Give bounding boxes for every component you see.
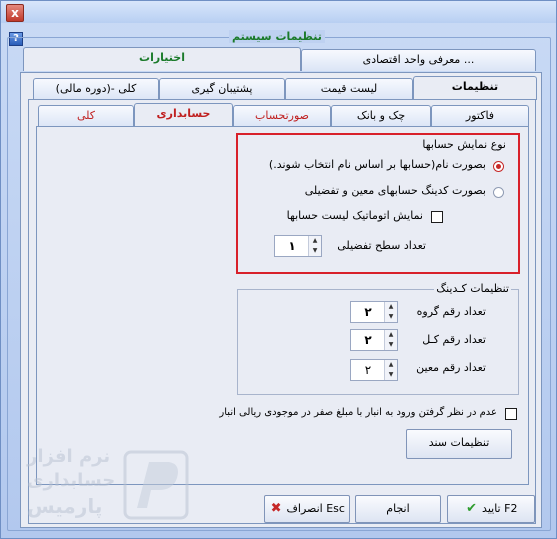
tab-settings[interactable]: تنظیمات — [413, 76, 537, 100]
watermark-line1: نرم افزار — [27, 446, 111, 467]
subsidiary-digits-spin: ▲ ▼ — [384, 360, 397, 380]
watermark-line3: پارمیس — [27, 494, 103, 518]
display-by-code-radio[interactable] — [493, 187, 504, 198]
auto-list-label: نمایش اتوماتیک لیست حسابها — [286, 209, 423, 222]
spin-down-icon[interactable]: ▼ — [309, 246, 321, 256]
display-by-code-label: بصورت کدینگ حسابهای معین و تفضیلی — [304, 184, 486, 197]
detail-levels-value[interactable]: ۱ — [275, 236, 309, 256]
tab-invoice[interactable]: فاکتور — [431, 105, 529, 127]
apply-button[interactable]: انجام — [355, 495, 441, 523]
detail-levels-spin: ▲ ▼ — [308, 236, 321, 256]
close-icon[interactable]: x — [6, 4, 24, 22]
tab-statement[interactable]: صورتحساب — [233, 105, 331, 127]
settings-window: x ? تنظیمات سیستم معرفی واحد اقتصادی ...… — [0, 0, 557, 539]
x-icon: ✖ — [270, 501, 282, 516]
total-digits-spin: ▲ ▼ — [384, 330, 397, 350]
tab-cheque-bank[interactable]: چک و بانک — [331, 105, 431, 127]
cancel-label: انصراف Esc — [286, 502, 345, 515]
subsidiary-digits-label: تعداد رقم معین — [416, 361, 486, 374]
check-icon: ✔ — [466, 501, 477, 516]
group-digits-spin: ▲ ▼ — [384, 302, 397, 322]
tab-backup[interactable]: پشتیبان گیری — [159, 78, 285, 100]
parmis-logo: نرم افزار حسابداری پارمیس — [23, 446, 193, 526]
spin-up-icon[interactable]: ▲ — [385, 302, 397, 312]
tab-price-list[interactable]: لیست قیمت — [285, 78, 413, 100]
detail-levels-label: تعداد سطح تفضیلی — [337, 239, 426, 252]
spin-down-icon[interactable]: ▼ — [385, 370, 397, 380]
tab-company-info[interactable]: معرفی واحد اقتصادی ... — [301, 49, 536, 71]
spin-up-icon[interactable]: ▲ — [385, 360, 397, 370]
tab-accounting[interactable]: حسابداری — [134, 103, 233, 127]
spin-up-icon[interactable]: ▲ — [309, 236, 321, 246]
total-digits-label: تعداد رقم کـل — [422, 333, 486, 346]
title-bar — [1, 1, 556, 23]
display-by-name-label: بصورت نام(حسابها بر اساس نام انتخاب شوند… — [268, 158, 486, 171]
ignore-zero-label: عدم در نظر گرفتن ورود به انبار با مبلغ ص… — [219, 407, 497, 418]
cancel-button[interactable]: ✖ انصراف Esc — [264, 495, 350, 523]
watermark-line2: حسابداری — [27, 470, 116, 491]
spin-down-icon[interactable]: ▼ — [385, 312, 397, 322]
group-digits-value[interactable]: ۲ — [351, 302, 385, 322]
ok-label: تایید F2 — [482, 502, 518, 515]
tab-general-fiscal[interactable]: کلی -(دوره مالی) — [33, 78, 159, 100]
parmis-logo-icon — [123, 450, 189, 520]
ok-button[interactable]: ✔ تایید F2 — [447, 495, 535, 523]
ignore-zero-checkbox[interactable] — [505, 408, 517, 420]
document-settings-button[interactable]: تنظیمات سند — [406, 429, 512, 459]
account-display-title: نوع نمایش حسابها — [420, 138, 508, 151]
display-by-name-radio[interactable] — [493, 161, 504, 172]
subsidiary-digits-stepper[interactable]: ۲ ▲ ▼ — [350, 359, 398, 381]
detail-levels-stepper[interactable]: ۱ ▲ ▼ — [274, 235, 322, 257]
group-digits-stepper[interactable]: ۲ ▲ ▼ — [350, 301, 398, 323]
coding-settings-title: تنظیمات کـدینگ — [434, 282, 511, 295]
tab-general[interactable]: کلی — [38, 105, 134, 127]
total-digits-stepper[interactable]: ۲ ▲ ▼ — [350, 329, 398, 351]
auto-list-checkbox[interactable] — [431, 211, 443, 223]
group-digits-label: تعداد رقم گروه — [416, 305, 486, 318]
subsidiary-digits-value[interactable]: ۲ — [351, 360, 385, 380]
spin-up-icon[interactable]: ▲ — [385, 330, 397, 340]
spin-down-icon[interactable]: ▼ — [385, 340, 397, 350]
total-digits-value[interactable]: ۲ — [351, 330, 385, 350]
tab-options[interactable]: اختیارات — [23, 47, 301, 71]
window-title: تنظیمات سیستم — [229, 30, 325, 43]
apply-label: انجام — [386, 502, 410, 515]
